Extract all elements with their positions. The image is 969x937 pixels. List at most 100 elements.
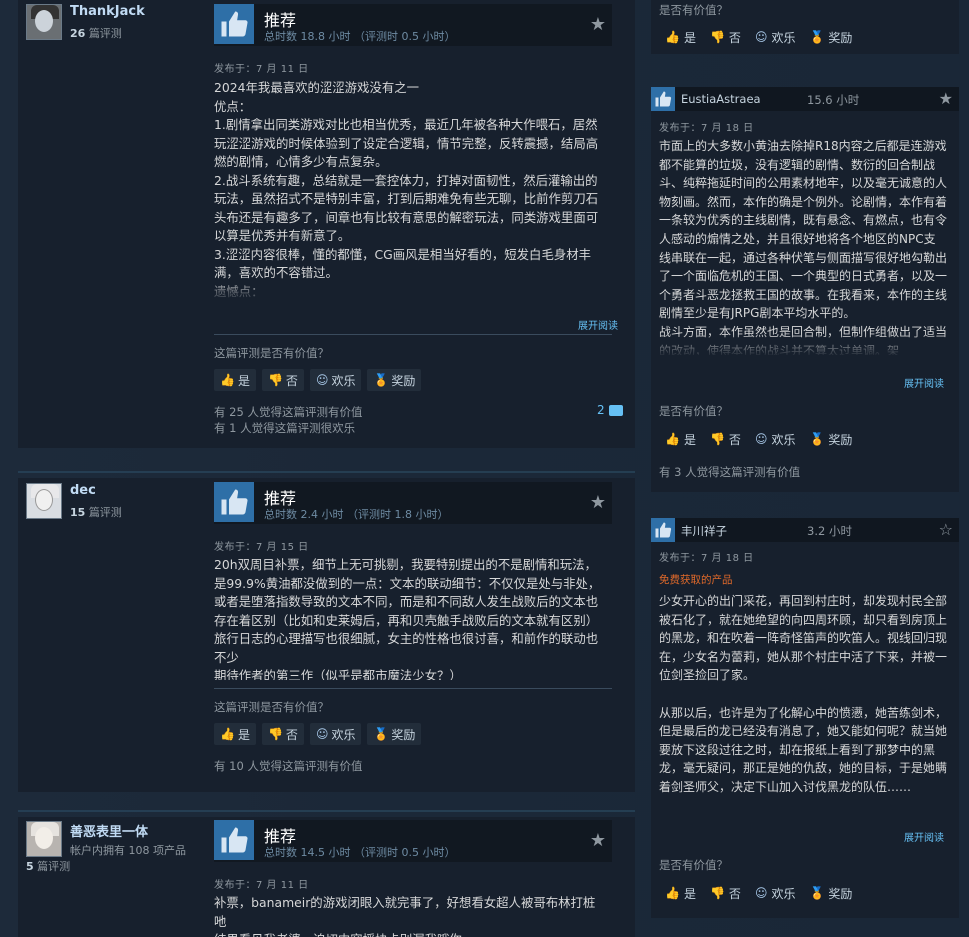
posted-date: 发布于：7 月 18 日 xyxy=(659,123,754,134)
smile-icon: ☺ xyxy=(754,886,768,900)
vote-buttons: 👍 是 👎 否 ☺ 欢乐 🏅 奖励 xyxy=(214,723,422,745)
separator xyxy=(18,471,635,473)
review-header[interactable]: EustiaAstraea 15.6 小时 ★ xyxy=(651,87,959,111)
read-more-link[interactable]: 展开阅读 xyxy=(578,317,618,332)
star-icon[interactable]: ★ xyxy=(590,492,606,513)
review-header[interactable]: 推荐 总时数 2.4 小时 （评测时 1.8 小时） ★ xyxy=(214,482,612,524)
review-count[interactable]: 15 篇评测 xyxy=(70,504,122,520)
vote-buttons: 👍 是 👎 否 ☺ 欢乐 🏅 奖励 xyxy=(665,28,852,46)
reviewer-name[interactable]: 善恶表里一体 xyxy=(70,821,148,840)
award-button[interactable]: 🏅 奖励 xyxy=(809,884,852,902)
vote-no-button[interactable]: 👎 否 xyxy=(710,430,741,448)
thumbs-down-icon: 👎 xyxy=(267,727,283,741)
review-count[interactable]: 5 篇评测 xyxy=(26,858,70,874)
award-button[interactable]: 🏅 奖励 xyxy=(367,369,422,391)
free-product-label: 免费获取的产品 xyxy=(659,574,733,586)
funny-count: 有 1 人觉得这篇评测很欢乐 xyxy=(214,421,356,435)
product-count[interactable]: 帐户内拥有 108 项产品 xyxy=(70,842,186,858)
thumbs-down-icon: 👎 xyxy=(709,886,725,900)
divider xyxy=(214,688,612,689)
award-button[interactable]: 🏅 奖励 xyxy=(809,430,852,448)
thumbs-up-icon xyxy=(214,4,254,44)
thumbs-down-icon: 👎 xyxy=(709,432,725,446)
star-icon[interactable]: ★ xyxy=(939,89,953,108)
thumbs-down-icon: 👎 xyxy=(709,30,725,44)
vote-yes-button[interactable]: 👍 是 xyxy=(665,28,696,46)
vote-funny-button[interactable]: ☺ 欢乐 xyxy=(755,28,796,46)
review-header[interactable]: 推荐 总时数 14.5 小时 （评测时 0.5 小时） ★ xyxy=(214,820,612,862)
thumbs-up-icon: 👍 xyxy=(665,30,680,44)
avatar[interactable] xyxy=(26,4,62,40)
award-icon: 🏅 xyxy=(809,30,825,44)
award-icon: 🏅 xyxy=(809,432,825,446)
thumbs-up-icon: 👍 xyxy=(220,727,235,741)
vote-buttons: 👍 是 👎 否 ☺ 欢乐 🏅 奖励 xyxy=(665,430,852,448)
vote-yes-button[interactable]: 👍 是 xyxy=(665,430,696,448)
star-outline-icon[interactable]: ☆ xyxy=(939,520,953,539)
smile-icon: ☺ xyxy=(315,373,329,387)
helpful-question: 是否有价值？ xyxy=(659,404,728,418)
review-count[interactable]: 26 篇评测 xyxy=(70,25,122,41)
avatar[interactable] xyxy=(26,483,62,519)
vote-yes-button[interactable]: 👍 是 xyxy=(665,884,696,902)
playtime: 15.6 小时 xyxy=(807,93,860,107)
avatar[interactable] xyxy=(26,821,62,857)
vote-yes-button[interactable]: 👍 是 xyxy=(214,723,256,745)
helpful-question: 这篇评测是否有价值？ xyxy=(214,700,329,714)
award-icon: 🏅 xyxy=(809,886,825,900)
vote-funny-button[interactable]: ☺ 欢乐 xyxy=(309,723,362,745)
review-card: EustiaAstraea 15.6 小时 ★ 发布于：7 月 18 日 市面上… xyxy=(651,87,959,492)
reviewer-name[interactable]: ThankJack xyxy=(70,4,145,19)
posted-date: 发布于：7 月 11 日 xyxy=(214,64,309,75)
smile-icon: ☺ xyxy=(754,30,768,44)
read-more-link[interactable]: 展开阅读 xyxy=(904,829,944,844)
award-icon: 🏅 xyxy=(373,373,389,387)
review-header[interactable]: 推荐 总时数 18.8 小时 （评测时 0.5 小时） ★ xyxy=(214,4,612,46)
smile-icon: ☺ xyxy=(754,432,768,446)
thumbs-up-icon xyxy=(651,518,675,542)
separator xyxy=(18,810,635,812)
thumbs-up-icon xyxy=(214,482,254,522)
comments-link[interactable]: 2 xyxy=(597,403,623,417)
vote-funny-button[interactable]: ☺ 欢乐 xyxy=(309,369,362,391)
review-card: 丰川祥子 3.2 小时 ☆ 发布于：7 月 18 日 免费获取的产品 少女开心的… xyxy=(651,518,959,918)
comment-icon xyxy=(608,404,623,416)
vote-yes-button[interactable]: 👍 是 xyxy=(214,369,256,391)
vote-no-button[interactable]: 👎 否 xyxy=(261,723,304,745)
divider xyxy=(214,334,612,335)
thumbs-up-icon xyxy=(651,87,675,111)
posted-date: 发布于：7 月 11 日 xyxy=(214,880,309,891)
review-text: 20h双周目补票，细节上无可挑剔，我要特别提出的不是剧情和玩法，是99.9%黄油… xyxy=(214,557,601,680)
reviewer-name[interactable]: 丰川祥子 xyxy=(681,523,727,539)
vote-no-button[interactable]: 👎 否 xyxy=(261,369,304,391)
reviewer-name[interactable]: dec xyxy=(70,483,96,498)
thumbs-up-icon: 👍 xyxy=(220,373,235,387)
award-icon: 🏅 xyxy=(373,727,389,741)
helpful-question: 是否有价值？ xyxy=(659,858,728,872)
posted-date: 发布于：7 月 18 日 xyxy=(659,553,754,564)
review-header[interactable]: 丰川祥子 3.2 小时 ☆ xyxy=(651,518,959,542)
helpful-question: 这篇评测是否有价值？ xyxy=(214,346,329,360)
read-more-link[interactable]: 展开阅读 xyxy=(904,375,944,390)
helpful-count: 有 10 人觉得这篇评测有价值 xyxy=(214,759,363,773)
smile-icon: ☺ xyxy=(315,727,329,741)
review-text: 补票，banameir的游戏闭眼入就完事了，好想看女超人被哥布林打桩吔 结果看见… xyxy=(214,895,596,937)
playtime: 总时数 2.4 小时 （评测时 1.8 小时） xyxy=(264,508,449,521)
vote-no-button[interactable]: 👎 否 xyxy=(710,28,741,46)
thumbs-up-icon xyxy=(214,820,254,860)
thumbs-down-icon: 👎 xyxy=(267,373,283,387)
star-icon[interactable]: ★ xyxy=(590,14,606,35)
vote-funny-button[interactable]: ☺ 欢乐 xyxy=(755,430,796,448)
award-button[interactable]: 🏅 奖励 xyxy=(367,723,422,745)
vote-no-button[interactable]: 👎 否 xyxy=(710,884,741,902)
playtime: 3.2 小时 xyxy=(807,524,852,538)
review-text: 2024年我最喜欢的涩涩游戏没有之一 优点： 1.剧情拿出同类游戏对比也相当优秀… xyxy=(214,80,599,299)
playtime: 总时数 14.5 小时 （评测时 0.5 小时） xyxy=(264,846,456,859)
vote-funny-button[interactable]: ☺ 欢乐 xyxy=(755,884,796,902)
award-button[interactable]: 🏅 奖励 xyxy=(809,28,852,46)
posted-date: 发布于：7 月 15 日 xyxy=(214,542,309,553)
text-fade xyxy=(214,277,606,303)
reviewer-name[interactable]: EustiaAstraea xyxy=(681,92,761,106)
thumbs-up-icon: 👍 xyxy=(665,886,680,900)
star-icon[interactable]: ★ xyxy=(590,830,606,851)
